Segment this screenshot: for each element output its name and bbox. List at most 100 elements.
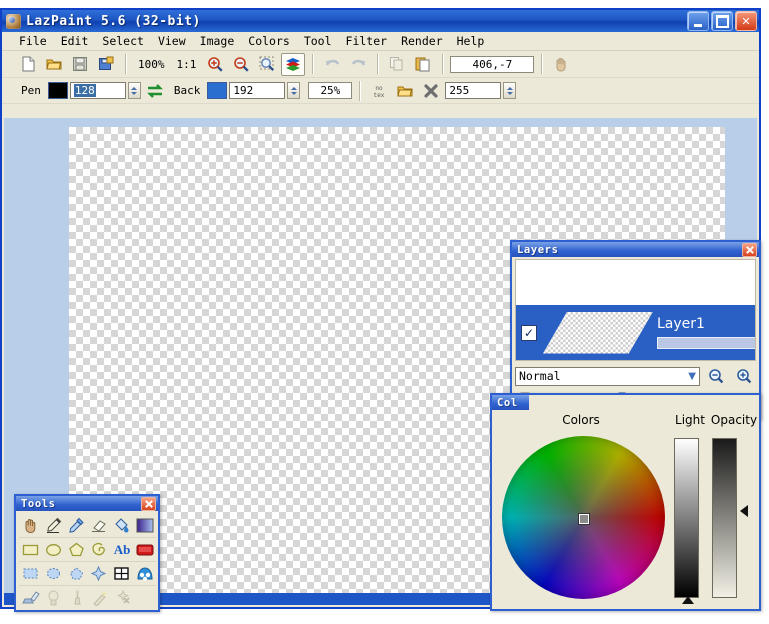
pen-alpha-stepper[interactable] [128,82,141,99]
layer-visibility-checkbox[interactable]: ✓ [521,325,537,341]
svg-text:Ab: Ab [113,542,130,557]
tools-row [19,561,156,585]
layers-zoom-out-icon[interactable] [704,365,728,387]
hand-grab-icon[interactable] [549,53,573,76]
polygon-tool-icon[interactable] [65,538,88,561]
select-ellipse-icon[interactable] [42,562,65,585]
swap-colors-icon[interactable] [143,79,167,102]
toolbar-separator [442,54,443,74]
copy-icon[interactable] [385,53,409,76]
menu-select[interactable]: Select [95,33,151,49]
menu-tool[interactable]: Tool [297,33,339,49]
opacity-slider-knob[interactable] [740,505,748,517]
remove-texture-icon[interactable] [419,79,443,102]
select-rect-icon[interactable] [19,562,42,585]
freeform-tool-icon[interactable] [87,538,110,561]
layers-stack-icon[interactable] [281,53,305,76]
redo-icon[interactable] [346,53,370,76]
zoom-level-label[interactable]: 100% [133,57,170,72]
history-toolbar-group [316,53,374,76]
select-transform-icon[interactable] [110,562,133,585]
layers-zoom-in-icon[interactable] [732,365,756,387]
hand-tool-icon[interactable] [19,514,42,537]
sharpen-tool-icon[interactable] [88,586,111,609]
gradient-tool-icon[interactable] [133,514,156,537]
toolbar-separator [541,54,542,74]
blend-mode-select[interactable]: Normal ▼ [515,367,700,386]
tolerance-display[interactable]: 25% [308,82,352,99]
menu-filter[interactable]: Filter [339,33,395,49]
save-file-icon[interactable] [68,53,92,76]
paste-icon[interactable] [411,53,435,76]
lighten-tool-icon[interactable] [42,586,65,609]
texture-group: notex 255 [363,79,520,102]
text-tool-icon[interactable]: Ab [110,538,133,561]
menu-view[interactable]: View [151,33,193,49]
pencil-tool-icon[interactable] [42,514,65,537]
menu-edit[interactable]: Edit [54,33,96,49]
erase-selection-icon[interactable] [111,586,134,609]
tools-panel[interactable]: Tools [14,494,160,612]
back-color-swatch[interactable] [207,82,227,99]
open-texture-icon[interactable] [393,79,417,102]
toolbar-separator [377,54,378,74]
pen-color-swatch[interactable] [48,82,68,99]
texture-alpha-stepper[interactable] [503,82,516,99]
back-alpha-stepper[interactable] [287,82,300,99]
eraser-tool-icon[interactable] [87,514,110,537]
undo-icon[interactable] [320,53,344,76]
colors-panel[interactable]: Col Colors Light Opacity [490,393,761,611]
pen-alpha-input[interactable]: 128 [70,82,126,99]
close-button[interactable]: ✕ [735,11,757,31]
close-icon[interactable] [742,243,757,257]
new-file-icon[interactable] [16,53,40,76]
colors-panel-title-bar[interactable]: Col [492,395,529,410]
minimize-button[interactable] [687,11,709,31]
layer-item[interactable]: ✓ Layer1 [516,305,755,360]
magic-wand-icon[interactable] [87,562,110,585]
zoom-out-icon[interactable] [229,53,253,76]
select-pen-icon[interactable] [133,562,156,585]
layer-opacity-bar[interactable] [657,337,756,349]
zoom-toolbar-group: 100% 1:1 [129,53,309,76]
light-slider-knob[interactable] [682,596,694,604]
no-texture-icon[interactable]: notex [367,79,391,102]
clone-tool-icon[interactable] [19,586,42,609]
layer-list[interactable]: ✓ Layer1 [515,259,756,361]
open-file-icon[interactable] [42,53,66,76]
colorpicker-tool-icon[interactable] [65,514,88,537]
tools-row: Ab [19,537,156,561]
rectangle-tool-icon[interactable] [19,538,42,561]
back-alpha-input[interactable]: 192 [229,82,285,99]
pen-group: Pen 128 Back 192 [12,79,304,102]
phong-shape-tool-icon[interactable] [133,538,156,561]
menu-render[interactable]: Render [394,33,450,49]
menu-bar: File Edit Select View Image Colors Tool … [2,32,759,51]
smudge-tool-icon[interactable] [65,586,88,609]
opacity-slider[interactable] [712,438,737,598]
close-icon[interactable] [141,497,156,511]
save-as-icon[interactable] [94,53,118,76]
select-poly-icon[interactable] [65,562,88,585]
menu-help[interactable]: Help [450,33,492,49]
zoom-fit-icon[interactable] [255,53,279,76]
color-wheel-cursor[interactable] [579,514,589,524]
menu-colors[interactable]: Colors [241,33,297,49]
maximize-button[interactable] [711,11,733,31]
tolerance-group: 25% [304,82,356,99]
menu-file[interactable]: File [12,33,54,49]
tools-panel-title: Tools [21,498,141,510]
light-slider[interactable] [674,438,699,598]
ellipse-tool-icon[interactable] [42,538,65,561]
layer-thumbnail [543,312,653,354]
file-toolbar-group [12,53,122,76]
texture-alpha-input[interactable]: 255 [445,82,501,99]
tools-panel-title-bar[interactable]: Tools [16,496,158,511]
zoom-in-icon[interactable] [203,53,227,76]
paintbucket-tool-icon[interactable] [110,514,133,537]
color-toolbar: Pen 128 Back 192 25% notex [2,78,759,104]
zoom-actual-label[interactable]: 1:1 [172,57,202,72]
layers-panel-title-bar[interactable]: Layers [512,242,759,257]
main-toolbar: 100% 1:1 [2,51,759,78]
menu-image[interactable]: Image [193,33,242,49]
